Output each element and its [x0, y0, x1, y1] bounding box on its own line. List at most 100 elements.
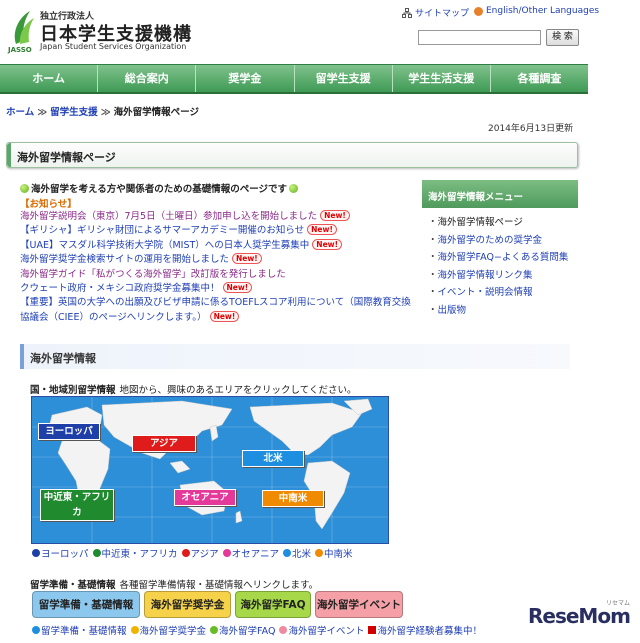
- region-link[interactable]: ヨーロッパ: [32, 546, 89, 560]
- prep-button[interactable]: 海外留学イベント: [315, 591, 403, 618]
- nav-home[interactable]: ホーム: [0, 65, 99, 92]
- news-link[interactable]: クウェート政府・メキシコ政府奨学金募集中！ New!: [20, 282, 412, 296]
- org-name-english: Japan Student Services Organization: [40, 42, 187, 51]
- prep-link[interactable]: 海外留学経験者募集中！: [368, 623, 482, 637]
- map-caption: 国・地域別留学情報 地図から、興味のあるエリアをクリックしてください。: [30, 382, 356, 396]
- map-caption-text: 地図から、興味のあるエリアをクリックしてください。: [119, 385, 357, 396]
- news-link[interactable]: 海外留学奨学金検索サイトの運用を開始しました New!: [20, 253, 412, 267]
- dot-bullet-icon: [32, 626, 40, 634]
- new-badge: New!: [320, 210, 350, 221]
- sidebar-menu: 海外留学情報ページ海外留学のための奨学金海外留学FAQ−よくある質問集海外留学情…: [428, 214, 569, 320]
- region-oceania-button[interactable]: オセアニア: [174, 489, 236, 506]
- intro-text: 海外留学を考える方や関係者のための基礎情報のページです: [20, 181, 299, 195]
- region-link[interactable]: 中近東・アフリカ: [92, 546, 178, 560]
- prep-link[interactable]: 海外留学奨学金: [130, 623, 207, 637]
- region-latin-america-button[interactable]: 中南米: [262, 490, 324, 507]
- prep-caption-bold: 留学準備・基礎情報: [30, 580, 116, 591]
- region-middle-east-africa-button[interactable]: 中近東・アフリカ: [40, 489, 114, 521]
- prep-link[interactable]: 海外留学FAQ: [210, 623, 275, 637]
- section-title: 海外留学情報: [30, 352, 96, 365]
- globe-icon: [474, 6, 483, 16]
- news-link-text: 海外留学ガイド「私がつくる海外留学」改訂版を発行しました: [20, 268, 286, 280]
- news-link[interactable]: 海外留学説明会（東京）7月5日（土曜日）参加申し込を開始しました New!: [20, 210, 412, 224]
- region-link[interactable]: アジア: [181, 546, 219, 560]
- region-dot-icon: [282, 549, 291, 557]
- prep-link-label: 留学準備・基礎情報: [41, 626, 127, 637]
- sidebar-menu-item[interactable]: 出版物: [428, 302, 568, 320]
- breadcrumb-current: 海外留学情報ページ: [113, 107, 199, 118]
- region-dot-icon: [314, 549, 323, 557]
- region-link[interactable]: 北米: [282, 546, 311, 560]
- prep-button-row: 留学準備・基礎情報 海外留学奨学金 海外留学FAQ 海外留学イベント: [32, 591, 403, 618]
- nav-intl-student-support[interactable]: 留学生支援: [295, 65, 393, 92]
- sidebar-heading: 海外留学情報メニュー: [422, 180, 578, 208]
- news-link[interactable]: 海外留学ガイド「私がつくる海外留学」改訂版を発行しました: [20, 268, 412, 282]
- new-badge: New!: [312, 238, 343, 250]
- prep-link-label: 海外留学奨学金: [139, 626, 207, 637]
- new-badge: New!: [232, 253, 262, 265]
- news-link-text: 【ギリシャ】ギリシャ財団によるサマーアカデミー開催のお知らせ: [20, 225, 305, 237]
- breadcrumb-separator: ≫: [100, 107, 111, 118]
- breadcrumb-parent[interactable]: 留学生支援: [50, 107, 98, 118]
- search-button[interactable]: 検 索: [546, 29, 579, 46]
- breadcrumb-home[interactable]: ホーム: [6, 107, 34, 118]
- sidebar-menu-item[interactable]: 海外留学のための奨学金: [428, 232, 568, 250]
- map-caption-bold: 国・地域別留学情報: [30, 385, 116, 396]
- new-badge: New!: [307, 224, 337, 236]
- sitemap-link[interactable]: サイトマップ: [402, 6, 469, 19]
- region-europe-button[interactable]: ヨーロッパ: [38, 423, 100, 440]
- prep-link-list: 留学準備・基礎情報 海外留学奨学金 海外留学FAQ 海外留学イベント 海外留学経験者募集…: [32, 623, 482, 637]
- prep-button[interactable]: 海外留学奨学金: [144, 591, 231, 618]
- search-input[interactable]: [418, 30, 541, 45]
- section-header: 海外留学情報: [20, 344, 570, 369]
- prep-link[interactable]: 海外留学イベント: [279, 623, 364, 637]
- dot-bullet-icon: [130, 626, 139, 634]
- nav-general-info[interactable]: 総合案内: [98, 65, 197, 92]
- jasso-logo-icon[interactable]: [10, 8, 36, 48]
- region-dot-icon: [32, 549, 40, 557]
- region-link[interactable]: オセアニア: [222, 546, 279, 560]
- news-link[interactable]: 【重要】英国の大学への出願及びビザ申請に係るTOEFLスコア利用について（国際教…: [20, 296, 412, 310]
- prep-button[interactable]: 留学準備・基礎情報: [32, 591, 140, 618]
- prep-button[interactable]: 海外留学FAQ: [235, 591, 311, 618]
- sidebar-menu-item[interactable]: 海外留学情報リンク集: [428, 267, 568, 285]
- region-asia-button[interactable]: アジア: [132, 435, 196, 452]
- language-label: English/Other Languages: [486, 6, 600, 16]
- resemom-watermark-logo: ReseMom: [528, 604, 631, 628]
- intro-label: 海外留学を考える方や関係者のための基礎情報のページです: [31, 184, 288, 195]
- world-map-icon: [32, 397, 388, 543]
- title-accent-bar: [7, 143, 11, 167]
- sitemap-label: サイトマップ: [415, 9, 470, 19]
- region-link[interactable]: 中南米: [314, 546, 353, 560]
- news-list: 海外留学説明会（東京）7月5日（土曜日）参加申し込を開始しました New! 【ギリシ…: [20, 210, 412, 325]
- updated-date: 2014年6月13日更新: [488, 124, 574, 134]
- bullet-icon: [289, 183, 299, 193]
- news-link-text: 協議会（CIEE）のページへリンクします。）: [20, 311, 207, 323]
- region-link-label: 北米: [291, 549, 311, 560]
- language-link[interactable]: English/Other Languages: [474, 6, 599, 16]
- bullet-icon: [20, 183, 29, 193]
- nav-student-life-support[interactable]: 学生生活支援: [393, 65, 491, 92]
- region-north-america-button[interactable]: 北米: [242, 450, 304, 467]
- prep-link-label: 海外留学FAQ: [219, 626, 276, 637]
- nav-surveys[interactable]: 各種調査: [491, 65, 588, 92]
- news-link[interactable]: 協議会（CIEE）のページへリンクします。） New!: [20, 310, 412, 325]
- prep-caption: 留学準備・基礎情報 各種留学準備情報・基礎情報へリンクします。: [30, 577, 318, 591]
- news-link-text: 海外留学説明会（東京）7月5日（土曜日）参加申し込を開始しました: [20, 211, 318, 222]
- new-badge: New!: [222, 282, 253, 294]
- logo-text: JASSO: [8, 46, 32, 54]
- news-link[interactable]: 【UAE】マスダル科学技術大学院（MIST）への日本人奨学生募集中 New!: [20, 238, 412, 253]
- notice-heading: 【お知らせ】: [20, 199, 77, 210]
- prep-link[interactable]: 留学準備・基礎情報: [32, 623, 127, 637]
- world-map: ヨーロッパ アジア 北米 中近東・アフリカ オセアニア 中南米: [31, 396, 389, 544]
- sidebar-menu-item[interactable]: イベント・説明会情報: [428, 284, 568, 302]
- region-dot-icon: [222, 549, 231, 557]
- news-link[interactable]: 【ギリシャ】ギリシャ財団によるサマーアカデミー開催のお知らせ New!: [20, 224, 412, 238]
- page-title: 海外留学情報ページ: [17, 151, 116, 164]
- nav-scholarship[interactable]: 奨学金: [196, 65, 295, 92]
- region-link-label: 中南米: [323, 549, 353, 560]
- sidebar-menu-item[interactable]: 海外留学FAQ−よくある質問集: [428, 249, 569, 267]
- square-bullet-icon: [368, 626, 377, 634]
- region-link-label: オセアニア: [231, 549, 279, 560]
- region-link-label: アジア: [190, 549, 219, 560]
